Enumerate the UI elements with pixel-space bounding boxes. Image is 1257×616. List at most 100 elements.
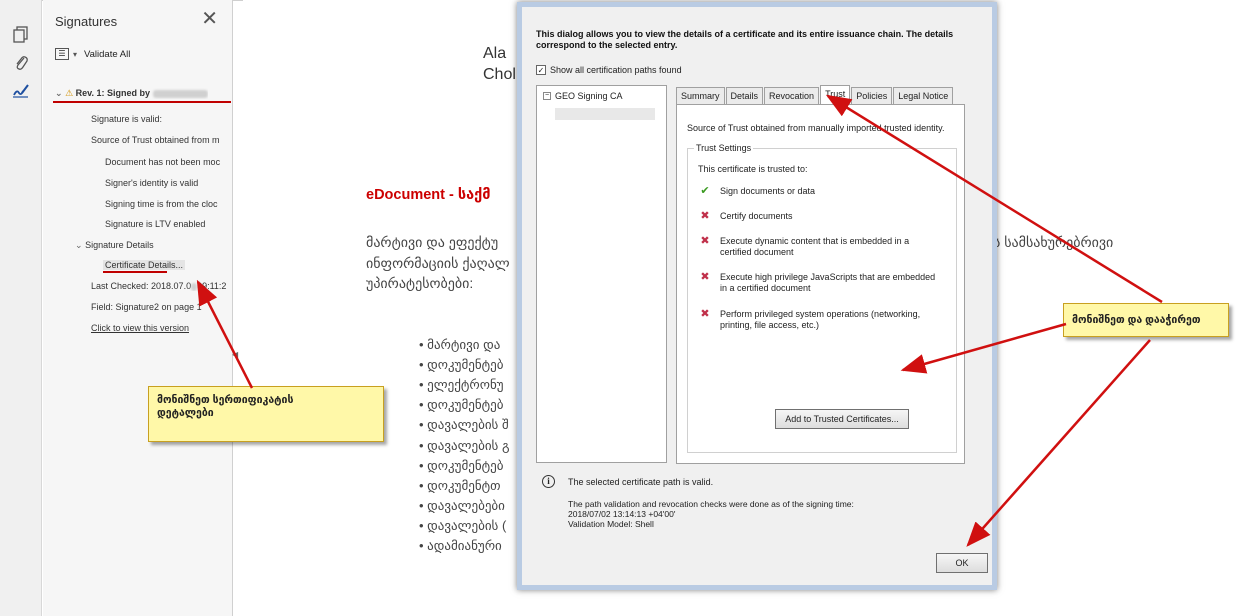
path-root-node[interactable]: − GEO Signing CA [543,91,623,101]
validate-all-button[interactable]: ☰ ▾ Validate All [55,48,130,60]
validation-line: Validation Model: Shell [568,519,654,529]
add-to-trusted-button[interactable]: Add to Trusted Certificates... [775,409,909,429]
validation-details: The path validation and revocation check… [568,499,854,529]
signer-name-redacted [152,89,208,98]
document-paragraph: უპირატესობები: [366,275,474,291]
permission-item: ✖ Execute dynamic content that is embedd… [698,236,953,258]
tree-item[interactable]: Document has not been moc [105,157,231,167]
permission-item: ✔ Sign documents or data [698,186,953,197]
certification-path-tree[interactable]: − GEO Signing CA [536,85,667,463]
trust-settings-group: Trust Settings This certificate is trust… [687,143,957,453]
document-heading: eDocument - საქმ [366,187,491,203]
tree-item[interactable]: Signature is LTV enabled [105,219,231,229]
validation-line: 2018/07/02 13:14:13 +04'00' [568,509,676,519]
list-item: • დავალების გ [419,438,510,453]
last-checked-time: 09:11:2 [197,281,227,291]
document-paragraph: ს სამსახურებრივი [993,234,1114,250]
revision-row[interactable]: ⌄ ⚠ Rev. 1: Signed by [55,88,208,99]
tab-revocation[interactable]: Revocation [764,87,820,104]
note-text: მონიშნეთ სერთიფიკატის [157,394,294,406]
permission-text: Perform privileged system operations (ne… [720,309,921,330]
redacted [191,282,198,291]
document-name-line: Ala [483,45,507,62]
certificate-tabs: Summary Details Revocation Trust Policie… [676,85,954,104]
signature-details-node[interactable]: ⌄ Signature Details [75,240,225,251]
warning-signature-icon: ⚠ [65,88,74,98]
tree-item[interactable]: Source of Trust obtained from m [91,135,231,145]
path-child-node-redacted[interactable] [555,108,655,120]
checkbox-checked-icon: ✓ [536,65,546,75]
ok-button[interactable]: OK [936,553,988,573]
permission-text: Sign documents or data [720,186,816,196]
list-item: • დოკუმენტთ [419,478,501,493]
signature-details-label: Signature Details [85,240,154,250]
dialog-intro-text: This dialog allows you to view the detai… [536,29,954,50]
list-icon: ☰ [55,48,69,60]
cross-icon: ✖ [700,308,710,320]
info-icon: i [542,475,555,488]
panel-title: Signatures [55,14,118,29]
annotation-note-left: მონიშნეთ სერთიფიკატის დეტალები [148,386,384,442]
annotation-note-right: მონიშნეთ და დააჭირეთ [1063,303,1229,337]
cross-icon: ✖ [700,235,710,247]
tree-item[interactable]: Last Checked: 2018.07.0 09:11:2 [91,281,231,291]
list-item: • დავალების ( [419,518,507,533]
validate-all-label: Validate All [84,48,131,60]
tree-item[interactable]: Signing time is from the cloc [105,199,231,209]
revision-label: Rev. 1: Signed by [75,88,151,98]
document-name-line: Chol [483,66,516,83]
validation-line: The path validation and revocation check… [568,499,854,509]
close-icon[interactable]: ✕ [201,9,218,29]
list-item: • ელექტრონუ [419,377,504,392]
permission-item: ✖ Execute high privilege JavaScripts tha… [698,272,953,294]
collapse-icon[interactable]: − [543,92,551,100]
cross-icon: ✖ [700,210,710,222]
list-item: • ადამიანური [419,538,502,553]
trust-source-text: Source of Trust obtained from manually i… [687,123,945,133]
permission-text: Execute high privilege JavaScripts that … [720,272,936,293]
permission-text: Certify documents [720,211,793,221]
tree-item[interactable]: Signature is valid: [91,114,231,124]
signature-pen-icon[interactable] [12,81,30,99]
list-item: • მარტივი და [419,337,501,352]
tree-item[interactable]: Signer's identity is valid [105,178,231,188]
document-paragraph: ინფორმაციის ქაღალ [366,255,510,271]
tab-summary[interactable]: Summary [676,87,725,104]
show-all-paths-label: Show all certification paths found [550,65,682,75]
signatures-panel: Signatures ✕ ☰ ▾ Validate All ⌄ ⚠ Rev. 1… [43,0,233,616]
last-checked-label: Last Checked: 2018.07.0 [91,281,192,291]
list-item: • დავალებები [419,498,505,513]
certificate-viewer-dialog: This dialog allows you to view the detai… [517,2,997,590]
view-version-link[interactable]: Click to view this version [91,323,189,333]
status-line: The selected certificate path is valid. [568,477,714,487]
permission-item: ✖ Certify documents [698,211,953,222]
show-all-paths-checkbox[interactable]: ✓ Show all certification paths found [536,65,682,75]
tab-legal-notice[interactable]: Legal Notice [893,87,954,104]
path-root-label: GEO Signing CA [555,91,623,101]
certificate-details-item[interactable]: Certificate Details... [103,260,186,270]
document-paragraph: მარტივი და ეფექტუ [366,234,499,250]
underline-annotation [53,101,231,103]
paperclip-icon[interactable] [12,54,30,72]
chevron-down-icon: ▾ [73,49,78,59]
pages-icon[interactable] [12,26,30,44]
trusted-to-label: This certificate is trusted to: [698,164,808,174]
note-text: დეტალები [157,407,214,419]
trust-tab-panel: Source of Trust obtained from manually i… [676,104,965,464]
chevron-down-icon: ⌄ [75,240,83,250]
list-item: • დოკუმენტებ [419,397,504,412]
permission-item: ✖ Perform privileged system operations (… [698,309,953,331]
list-item: • დოკუმენტებ [419,458,504,473]
tab-policies[interactable]: Policies [851,87,893,104]
check-icon: ✔ [700,185,710,197]
certificate-details-label: Certificate Details... [103,260,186,270]
list-item: • დოკუმენტებ [419,357,504,372]
navigation-rail [0,0,42,616]
tab-details[interactable]: Details [725,87,764,104]
note-text: მონიშნეთ და დააჭირეთ [1072,314,1201,326]
underline-annotation [103,271,167,273]
collapse-panel-icon[interactable]: ◀ [232,350,238,359]
list-item: • დავალების შ [419,417,509,432]
tab-trust[interactable]: Trust [820,85,851,104]
tree-item[interactable]: Field: Signature2 on page 1 [91,302,231,312]
